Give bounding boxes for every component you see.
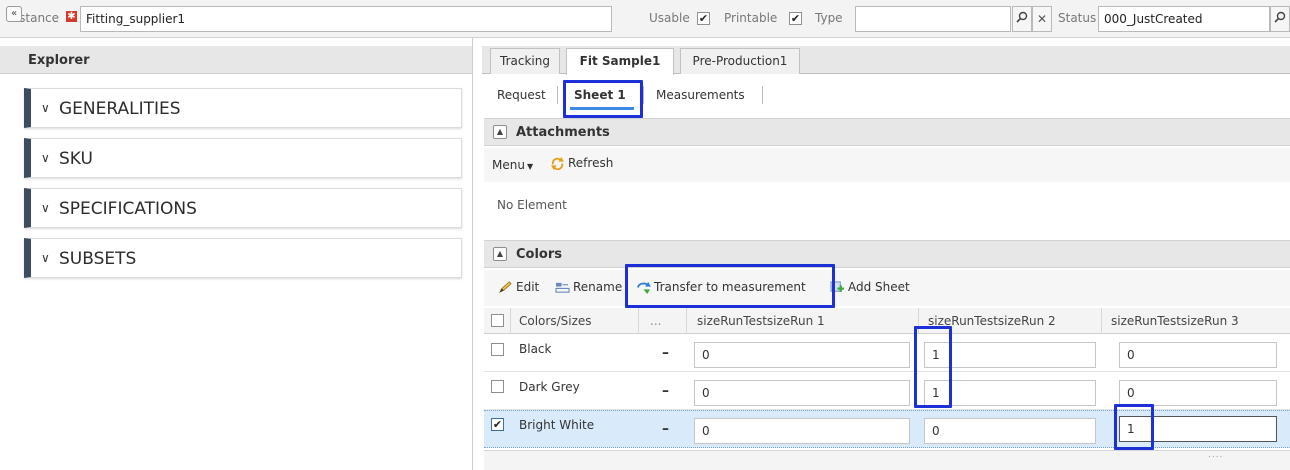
highlight-size-run-3-value: [1114, 404, 1154, 450]
section-label: GENERALITIES: [59, 99, 181, 119]
size-run-2-input[interactable]: 0: [924, 418, 1096, 444]
search-icon: [1274, 11, 1286, 23]
column-header-colors-sizes[interactable]: Colors/Sizes: [519, 314, 592, 328]
row-checkbox[interactable]: [491, 343, 504, 356]
add-sheet-label: Add Sheet: [848, 280, 910, 294]
attachments-title: Attachments: [516, 125, 610, 140]
row-dash: –: [662, 383, 669, 399]
resize-grip-icon[interactable]: ....: [1208, 450, 1223, 460]
subtab-separator: [643, 86, 644, 104]
highlight-size-run-2-values: [914, 326, 952, 408]
section-label: SUBSETS: [59, 249, 137, 269]
size-run-1-input[interactable]: 0: [694, 418, 910, 444]
attachments-empty-text: No Element: [497, 198, 567, 212]
collapse-explorer-button[interactable]: «: [6, 6, 22, 22]
type-input[interactable]: [855, 6, 1011, 32]
usable-checkbox[interactable]: ✔: [697, 12, 710, 25]
pane-divider[interactable]: [472, 38, 473, 470]
rename-icon: [555, 282, 570, 293]
close-icon: ✕: [1036, 12, 1048, 26]
subtab-request[interactable]: Request: [497, 88, 546, 102]
rename-button[interactable]: Rename: [555, 280, 622, 294]
column-header-size-1[interactable]: sizeRunTestsizeRun 1: [697, 314, 825, 328]
colors-header[interactable]: [484, 240, 1290, 268]
size-run-3-input[interactable]: 0: [1119, 380, 1277, 406]
instance-input[interactable]: Fitting_supplier1: [80, 6, 612, 32]
status-input[interactable]: 000_JustCreated: [1098, 6, 1270, 32]
select-all-checkbox[interactable]: [491, 314, 504, 327]
caret-down-icon: ▼: [526, 162, 534, 171]
size-run-1-input[interactable]: 0: [694, 342, 910, 368]
printable-label: Printable: [724, 11, 778, 25]
explorer-title: Explorer: [28, 53, 90, 68]
column-header-more[interactable]: ...: [650, 314, 661, 328]
status-label: Status: [1058, 11, 1097, 25]
chevron-down-icon: ∨: [41, 201, 50, 215]
section-specifications[interactable]: ∨ SPECIFICATIONS: [24, 188, 462, 228]
attachments-list: [484, 182, 1290, 238]
edit-label: Edit: [516, 280, 540, 294]
row-color-name: Dark Grey: [519, 380, 580, 394]
status-search-button[interactable]: [1270, 6, 1290, 32]
highlight-transfer-button: [625, 264, 835, 308]
printable-checkbox[interactable]: ✔: [789, 12, 802, 25]
row-checkbox[interactable]: ✔: [491, 418, 504, 431]
collapse-colors-icon[interactable]: ▲: [493, 247, 507, 261]
chevron-down-icon: ∨: [41, 101, 50, 115]
rename-label: Rename: [573, 280, 623, 294]
type-search-button[interactable]: [1012, 6, 1032, 32]
section-sku[interactable]: ∨ SKU: [24, 138, 462, 178]
column-separator: [638, 308, 639, 334]
section-generalities[interactable]: ∨ GENERALITIES: [24, 88, 462, 128]
refresh-icon: [551, 157, 564, 170]
row-dash: –: [662, 345, 669, 361]
type-clear-button[interactable]: ✕: [1032, 6, 1052, 32]
column-separator: [510, 308, 511, 334]
column-header-size-3[interactable]: sizeRunTestsizeRun 3: [1111, 314, 1239, 328]
tab-fit-sample1[interactable]: Fit Sample1: [566, 48, 674, 75]
usable-label: Usable: [649, 11, 690, 25]
menu-label: Menu: [492, 158, 525, 172]
chevron-down-icon: ∨: [41, 151, 50, 165]
size-run-1-input[interactable]: 0: [694, 380, 910, 406]
edit-button[interactable]: Edit: [498, 280, 539, 294]
row-checkbox[interactable]: [491, 380, 504, 393]
subtab-separator: [762, 86, 763, 104]
highlight-sheet-1: [563, 80, 643, 118]
row-dash: –: [662, 421, 669, 437]
add-sheet-button[interactable]: Add Sheet: [830, 280, 910, 294]
chevron-down-icon: ∨: [41, 251, 50, 265]
tab-tracking[interactable]: Tracking: [490, 48, 560, 74]
section-subsets[interactable]: ∨ SUBSETS: [24, 238, 462, 278]
subtab-measurements[interactable]: Measurements: [656, 88, 745, 102]
grid-footer: [484, 450, 1290, 470]
column-separator: [1101, 308, 1102, 334]
collapse-attachments-icon[interactable]: ▲: [493, 125, 507, 139]
attachments-menu-button[interactable]: Menu ▼: [492, 158, 533, 172]
row-color-name: Black: [519, 342, 552, 356]
search-icon: [1016, 11, 1028, 23]
refresh-button[interactable]: Refresh: [550, 156, 613, 170]
tab-pre-production1[interactable]: Pre-Production1: [680, 48, 800, 74]
type-label: Type: [815, 11, 843, 25]
size-run-3-input[interactable]: 0: [1119, 342, 1277, 368]
subtab-separator: [557, 86, 558, 104]
pencil-icon: [499, 281, 512, 293]
required-marker-icon: ✱: [66, 11, 77, 22]
section-label: SPECIFICATIONS: [59, 199, 197, 219]
row-color-name: Bright White: [519, 418, 595, 432]
refresh-label: Refresh: [568, 156, 614, 170]
section-label: SKU: [59, 149, 93, 169]
column-separator: [686, 308, 687, 334]
colors-title: Colors: [516, 247, 563, 262]
